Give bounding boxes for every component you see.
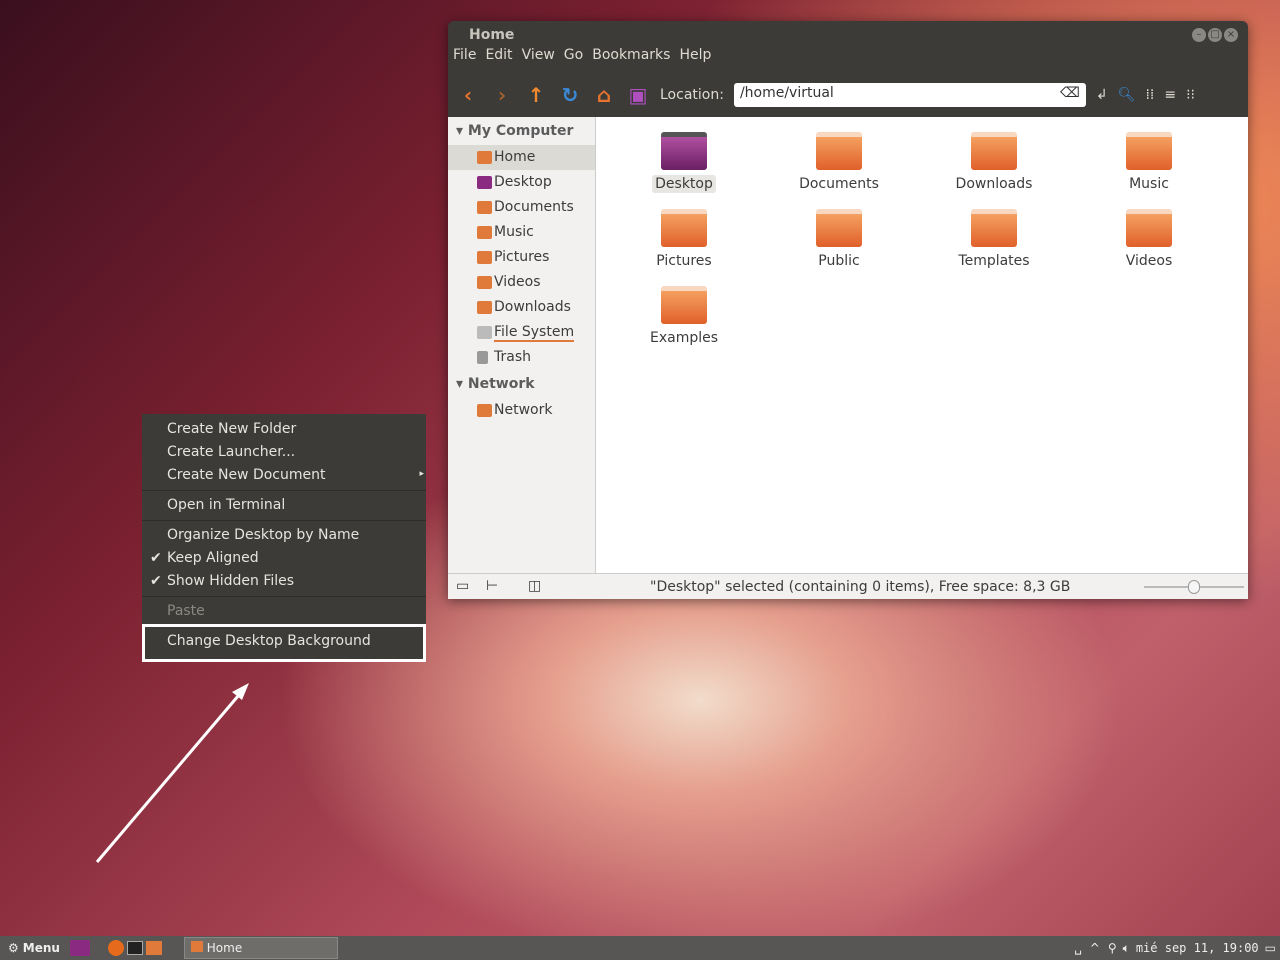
firefox-icon[interactable] — [107, 940, 124, 956]
network-status-icon[interactable]: ⚲ — [1108, 941, 1117, 955]
menu-button[interactable]: Menu — [23, 941, 60, 955]
show-desktop-icon[interactable] — [69, 940, 90, 956]
notifications-icon[interactable]: ▭ — [1265, 941, 1276, 955]
annotation-arrow — [95, 683, 249, 863]
clock[interactable]: mié sep 11, 19:00 — [1136, 941, 1259, 955]
volume-icon[interactable]: 🔈︎ — [1123, 941, 1130, 956]
files-icon[interactable] — [145, 941, 162, 955]
menu-gear-icon[interactable]: ⚙ — [8, 941, 19, 955]
tray-arrow-icon[interactable]: ^ — [1090, 941, 1100, 955]
terminal-icon[interactable] — [126, 941, 143, 955]
folder-icon — [190, 941, 203, 952]
keyboard-icon[interactable]: ␣ — [1074, 941, 1082, 955]
task-home[interactable]: Home — [183, 937, 338, 959]
taskbar: ⚙ Menu Home ␣ ^ ⚲ 🔈︎ mié sep 11, 19:00 ▭ — [0, 936, 1280, 960]
